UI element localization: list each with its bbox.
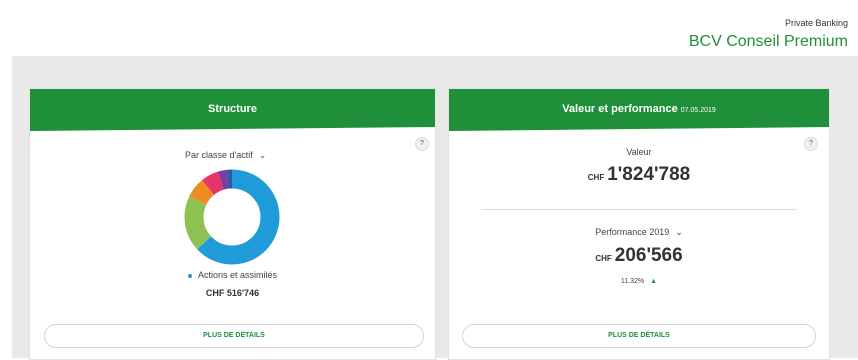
allocation-donut-chart <box>184 169 280 265</box>
perf-pct: 11.32% <box>620 278 645 285</box>
value-label: Valeur <box>626 147 652 157</box>
asset-class-selector[interactable]: Par classe d'actif ⌄ <box>185 150 266 161</box>
performance-card: Valeur et performance 07.05.2019 ? Valeur… <box>448 88 830 360</box>
performance-percentage: 11.32% ▲ <box>449 278 829 285</box>
structure-card-header: Structure <box>30 89 435 131</box>
structure-details-button[interactable]: PLUS DE DÉTAILS <box>44 324 424 348</box>
legend-label: Actions et assimilés <box>197 270 278 280</box>
triangle-up-icon: ▲ <box>650 278 658 285</box>
chevron-down-icon: ⌄ <box>258 150 267 160</box>
chevron-down-icon: ⌄ <box>675 227 683 237</box>
performance-value: CHF 206'566 <box>449 245 829 267</box>
performance-details-button[interactable]: PLUS DE DÉTAILS <box>462 324 816 348</box>
performance-card-header: Valeur et performance 07.05.2019 <box>449 89 829 131</box>
structure-title: Structure <box>208 103 257 115</box>
performance-year-selector[interactable]: Performance 2019 ⌄ <box>449 227 829 238</box>
performance-year-label: Performance 2019 <box>595 227 670 237</box>
perf-amount: 206'566 <box>614 245 683 266</box>
brand-title: BCV Conseil Premium <box>688 33 848 50</box>
perf-currency: CHF <box>595 254 612 263</box>
portfolio-value: CHF 1'824'788 <box>449 164 829 186</box>
top-header: Private Banking BCV Conseil Premium <box>12 0 858 56</box>
value-currency: CHF <box>587 173 605 182</box>
performance-title: Valeur et performance 07.05.2019 <box>449 103 829 115</box>
structure-card: Structure ? Par classe d'actif ⌄ Actions … <box>29 88 436 360</box>
chart-legend: Actions et assimilés <box>30 270 435 280</box>
divider <box>481 209 797 210</box>
performance-title-text: Valeur et performance <box>562 103 678 115</box>
legend-dot-icon <box>187 273 192 278</box>
help-icon[interactable]: ? <box>415 137 429 151</box>
asset-class-selector-label: Par classe d'actif <box>185 150 253 160</box>
brand-subtitle: Private Banking <box>784 18 848 28</box>
legend-value: CHF 516'746 <box>205 288 260 298</box>
value-amount: 1'824'788 <box>607 164 691 185</box>
performance-date: 07.05.2019 <box>680 107 716 114</box>
